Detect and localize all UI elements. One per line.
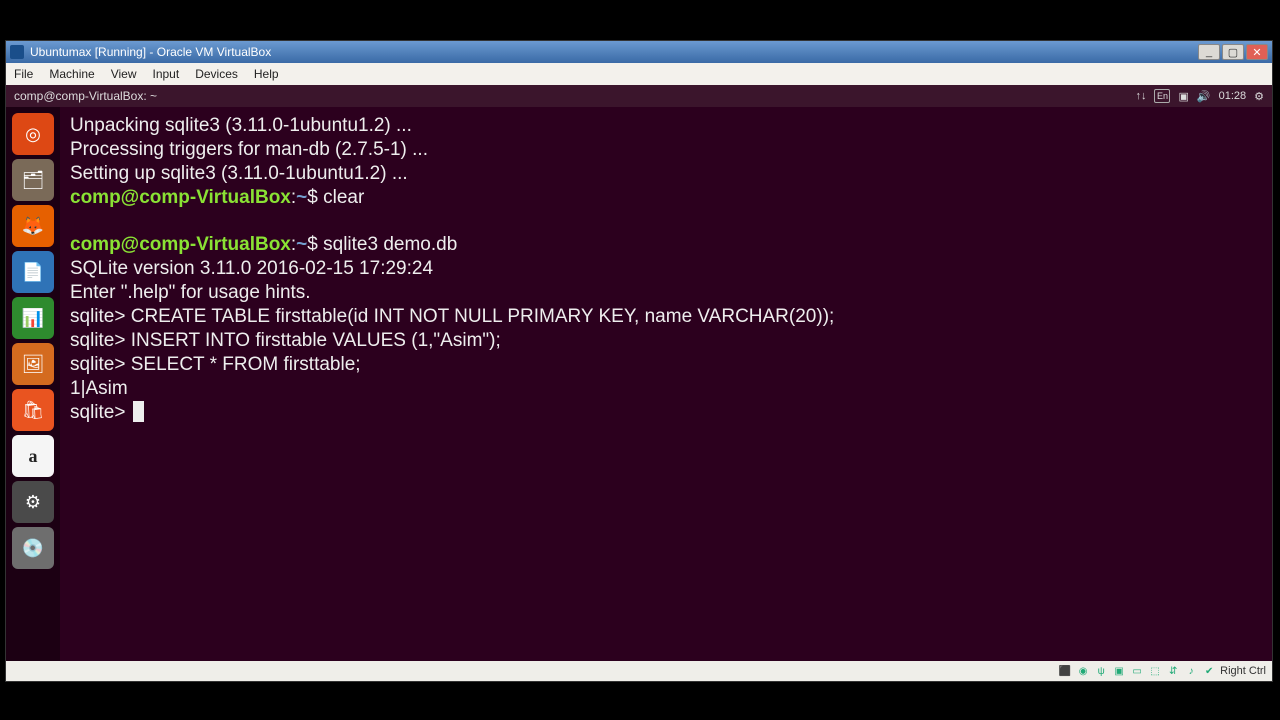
- clock[interactable]: 01:28: [1219, 90, 1247, 102]
- status-net-icon[interactable]: ⇵: [1166, 664, 1180, 678]
- menu-devices[interactable]: Devices: [187, 67, 246, 81]
- launcher-ubuntu-dash[interactable]: ◎: [12, 113, 54, 155]
- dollar: $: [307, 234, 323, 255]
- sqlite-prompt: sqlite>: [70, 354, 131, 375]
- cmd-clear: clear: [323, 187, 364, 208]
- vbox-statusbar: ⬛ ◉ ψ ▣ ▭ ⬚ ⇵ ♪ ✔ Right Ctrl: [6, 661, 1272, 681]
- status-audio-icon[interactable]: ♪: [1184, 664, 1198, 678]
- menu-machine[interactable]: Machine: [41, 67, 102, 81]
- status-capture-icon[interactable]: ⬚: [1148, 664, 1162, 678]
- terminal-line: Processing triggers for man-db (2.7.5-1)…: [70, 139, 428, 160]
- status-optical-icon[interactable]: ◉: [1076, 664, 1090, 678]
- status-display-icon[interactable]: ▭: [1130, 664, 1144, 678]
- launcher-software[interactable]: 🛍: [12, 389, 54, 431]
- indicators: ↑↓ En ▣ 🔊 01:28 ⚙: [1135, 89, 1264, 103]
- sql-create: CREATE TABLE firsttable(id INT NOT NULL …: [131, 306, 835, 327]
- menu-file[interactable]: File: [6, 67, 41, 81]
- terminal-line: Setting up sqlite3 (3.11.0-1ubuntu1.2) .…: [70, 163, 408, 184]
- terminal-line: Enter ".help" for usage hints.: [70, 282, 311, 303]
- launcher-firefox[interactable]: 🦊: [12, 205, 54, 247]
- launcher: ◎🗂🦊📄📊🖼🛍a⚙💿: [6, 107, 60, 661]
- terminal-line: Unpacking sqlite3 (3.11.0-1ubuntu1.2) ..…: [70, 115, 412, 136]
- network-icon[interactable]: ↑↓: [1135, 90, 1146, 102]
- sound-icon[interactable]: 🔊: [1197, 90, 1211, 103]
- guest-screen: comp@comp-VirtualBox: ~ ↑↓ En ▣ 🔊 01:28 …: [6, 85, 1272, 661]
- prompt-user: comp@comp-VirtualBox: [70, 187, 291, 208]
- status-disk-icon[interactable]: ⬛: [1058, 664, 1072, 678]
- sqlite-prompt: sqlite>: [70, 306, 131, 327]
- close-button[interactable]: ✕: [1246, 44, 1268, 60]
- status-check-icon[interactable]: ✔: [1202, 664, 1216, 678]
- status-shared-icon[interactable]: ▣: [1112, 664, 1126, 678]
- hostkey-label: Right Ctrl: [1220, 665, 1266, 677]
- titlebar: Ubuntumax [Running] - Oracle VM VirtualB…: [6, 41, 1272, 63]
- menubar: File Machine View Input Devices Help: [6, 63, 1272, 85]
- sql-insert: INSERT INTO firsttable VALUES (1,"Asim")…: [131, 330, 501, 351]
- virtualbox-window: Ubuntumax [Running] - Oracle VM VirtualB…: [5, 40, 1273, 682]
- launcher-amazon[interactable]: a: [12, 435, 54, 477]
- prompt-user: comp@comp-VirtualBox: [70, 234, 291, 255]
- dollar: $: [307, 187, 323, 208]
- menu-input[interactable]: Input: [145, 67, 188, 81]
- launcher-calc[interactable]: 📊: [12, 297, 54, 339]
- sql-select: SELECT * FROM firsttable;: [131, 354, 361, 375]
- launcher-files[interactable]: 🗂: [12, 159, 54, 201]
- menu-view[interactable]: View: [103, 67, 145, 81]
- sqlite-prompt: sqlite>: [70, 330, 131, 351]
- status-usb-icon[interactable]: ψ: [1094, 664, 1108, 678]
- sqlite-prompt: sqlite>: [70, 402, 131, 423]
- window-path: comp@comp-VirtualBox: ~: [14, 89, 1125, 103]
- language-indicator[interactable]: En: [1154, 89, 1170, 103]
- window-title: Ubuntumax [Running] - Oracle VM VirtualB…: [30, 45, 271, 59]
- launcher-writer[interactable]: 📄: [12, 251, 54, 293]
- terminal-line: SQLite version 3.11.0 2016-02-15 17:29:2…: [70, 258, 433, 279]
- prompt-path: ~: [296, 187, 307, 208]
- virtualbox-icon: [10, 45, 24, 59]
- cursor: [133, 401, 144, 422]
- battery-icon[interactable]: ▣: [1178, 90, 1188, 103]
- minimize-button[interactable]: _: [1198, 44, 1220, 60]
- desktop: ◎🗂🦊📄📊🖼🛍a⚙💿 Unpacking sqlite3 (3.11.0-1ub…: [6, 107, 1272, 661]
- launcher-settings[interactable]: ⚙: [12, 481, 54, 523]
- maximize-button[interactable]: ▢: [1222, 44, 1244, 60]
- gear-icon[interactable]: ⚙: [1254, 90, 1264, 103]
- cmd-sqlite: sqlite3 demo.db: [323, 234, 457, 255]
- launcher-impress[interactable]: 🖼: [12, 343, 54, 385]
- prompt-path: ~: [296, 234, 307, 255]
- terminal[interactable]: Unpacking sqlite3 (3.11.0-1ubuntu1.2) ..…: [60, 107, 1272, 661]
- ubuntu-topbar: comp@comp-VirtualBox: ~ ↑↓ En ▣ 🔊 01:28 …: [6, 85, 1272, 107]
- launcher-disc[interactable]: 💿: [12, 527, 54, 569]
- query-result: 1|Asim: [70, 378, 128, 399]
- menu-help[interactable]: Help: [246, 67, 287, 81]
